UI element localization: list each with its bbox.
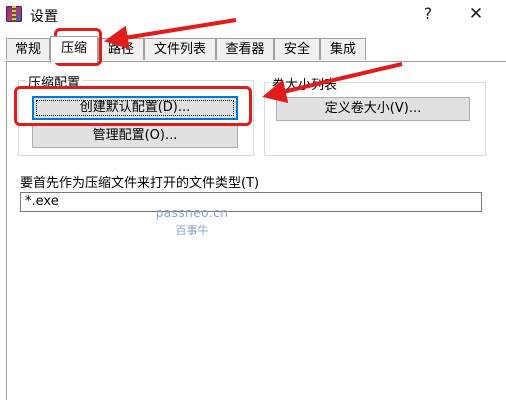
winrar-app-icon [6,6,22,22]
close-button[interactable]: ✕ [456,2,496,26]
tab-strip: 常规 压缩 路径 文件列表 查看器 安全 集成 [6,36,506,63]
archive-types-input[interactable]: *.exe [20,192,482,212]
help-button[interactable]: ? [408,2,448,26]
manage-profiles-label: 管理配置(O)... [92,128,178,143]
archive-types-label: 要首先作为压缩文件来打开的文件类型(T) [20,176,260,191]
volume-sizes-label: 卷大小列表 [270,74,340,93]
define-volume-sizes-label: 定义卷大小(V)... [324,101,422,116]
tab-security[interactable]: 安全 [274,38,320,60]
tab-compression[interactable]: 压缩 [50,36,98,63]
dialog-title: 设置 [30,9,58,25]
define-volume-sizes-button[interactable]: 定义卷大小(V)... [276,97,470,121]
title-bar: 设置 ? ✕ [0,0,506,30]
tab-integration[interactable]: 集成 [320,38,366,60]
tab-general[interactable]: 常规 [6,38,50,60]
button-highlight-annotation [14,86,252,126]
settings-dialog: 设置 ? ✕ 常规 压缩 路径 文件列表 查看器 安全 集成 压缩配置 创建默认… [0,0,506,400]
tab-paths[interactable]: 路径 [98,38,144,60]
watermark-domain: passneo.cn [155,206,229,220]
tab-viewer[interactable]: 查看器 [216,38,274,60]
watermark-brand: 百事牛 [175,224,209,237]
tab-file-list[interactable]: 文件列表 [144,38,216,60]
manage-profiles-button[interactable]: 管理配置(O)... [32,124,238,148]
